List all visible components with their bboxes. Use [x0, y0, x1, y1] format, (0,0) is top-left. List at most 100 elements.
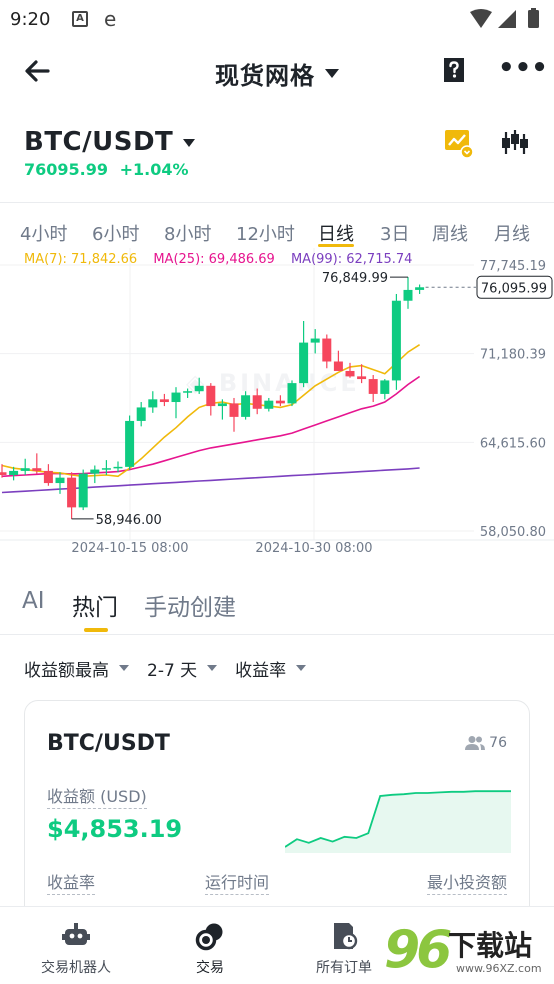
ma7-label: MA(7): 71,842.66: [24, 252, 138, 267]
candle-body: [206, 385, 216, 407]
ma99-label: MA(99): 62,715.74: [290, 252, 413, 267]
tab-manual-create[interactable]: 手动创建: [144, 588, 236, 622]
interval-6h[interactable]: 6小时: [92, 220, 139, 246]
interval-active-underline: [318, 244, 354, 247]
last-price: 76095.99: [24, 160, 109, 179]
notification-e-icon: e: [104, 7, 117, 31]
divider: [0, 634, 554, 635]
candle-body: [9, 470, 19, 475]
pair-selector[interactable]: BTC/USDT: [24, 124, 196, 160]
nav-trade-label: 交易: [196, 960, 224, 976]
help-book-icon[interactable]: [442, 56, 466, 84]
interval-4h[interactable]: 4小时: [20, 220, 67, 246]
watermark-url: www.96XZ.com: [456, 962, 542, 975]
interval-3d[interactable]: 3日: [380, 220, 409, 246]
candlestick-chart-icon[interactable]: [500, 128, 530, 158]
min-investment-label: 最小投资额: [426, 869, 507, 895]
price-row: 76095.99 +1.04%: [24, 160, 189, 179]
tab-ai[interactable]: AI: [22, 588, 45, 614]
interval-12h[interactable]: 12小时: [236, 220, 295, 246]
candle-body: [275, 400, 285, 404]
candle-body: [90, 469, 100, 474]
roi-label: 收益率: [47, 869, 96, 895]
candle-body: [159, 399, 169, 403]
chevron-down-icon: [119, 665, 129, 671]
page-title-text: 现货网格: [215, 62, 315, 90]
duration-filter-label: 2-7 天: [147, 660, 198, 681]
candle-body: [43, 470, 53, 484]
watermark-text: 下载站: [448, 929, 533, 962]
low-price-label: 58,946.00: [96, 513, 162, 528]
last-price-badge-label: 76,095.99: [481, 281, 547, 296]
site-watermark: 96 下载站 www.96XZ.com: [384, 920, 554, 984]
candle-body: [391, 300, 401, 381]
candle-body: [264, 400, 274, 409]
y-tick-label: 77,745.19: [480, 259, 546, 274]
trade-icon: [195, 923, 223, 951]
candle-body: [136, 407, 146, 421]
candle-body: [322, 338, 332, 362]
candle-body: [368, 379, 378, 394]
candle-body: [67, 477, 77, 508]
y-tick-label: 71,180.39: [480, 348, 546, 363]
tab-active-underline: [84, 628, 108, 632]
interval-8h[interactable]: 8小时: [164, 220, 211, 246]
watermark-number: 96: [384, 920, 452, 980]
page-title[interactable]: 现货网格: [0, 56, 554, 91]
divider: [0, 202, 554, 203]
candle-body: [380, 380, 390, 394]
price-change: +1.04%: [119, 160, 189, 179]
y-tick-label: 58,050.80: [480, 525, 546, 540]
candle-body: [357, 376, 367, 380]
y-tick-label: 64,615.60: [480, 436, 546, 451]
sort-filter[interactable]: 收益额最高: [24, 656, 129, 681]
chevron-down-icon: [325, 69, 339, 78]
interval-1m[interactable]: 月线: [494, 220, 530, 246]
chart-toggle-icon[interactable]: [444, 128, 474, 158]
ma99-line: [1, 467, 420, 494]
chevron-down-icon: [296, 665, 307, 671]
x-tick-label: 2024-10-30 08:00: [255, 541, 372, 556]
duration-filter[interactable]: 2-7 天: [147, 656, 218, 681]
users-count: 76: [489, 735, 507, 751]
candle-body: [333, 361, 343, 371]
candle-body: [125, 420, 135, 467]
candle-body: [415, 287, 425, 290]
nav-trade[interactable]: 交易: [150, 921, 270, 977]
candle-body: [78, 473, 88, 508]
candle-body: [194, 385, 204, 392]
profit-value: $4,853.19: [47, 815, 183, 843]
candle-body: [287, 383, 297, 404]
nav-all-orders-label: 所有订单: [316, 960, 372, 976]
tab-popular[interactable]: 热门: [72, 588, 118, 622]
candle-body: [345, 370, 355, 377]
runtime-label: 运行时间: [205, 869, 270, 895]
high-price-label: 76,849.99: [322, 271, 388, 286]
more-options-icon[interactable]: •••: [498, 55, 548, 84]
candle-body: [113, 466, 123, 469]
notification-a-icon: A: [72, 11, 88, 27]
ma-legend: MA(7): 71,842.66 MA(25): 69,486.69 MA(99…: [24, 252, 424, 267]
candle-body: [0, 472, 7, 475]
sparkline-area: [285, 791, 511, 853]
card-users-count: 76: [465, 735, 507, 751]
interval-tabs: 4小时 6小时 8小时 12小时 日线 3日 周线 月线: [0, 216, 554, 248]
interval-1d[interactable]: 日线: [318, 220, 354, 246]
chevron-down-icon: [207, 665, 218, 671]
metric-filter[interactable]: 收益率: [235, 656, 307, 681]
ma25-label: MA(25): 69,486.69: [153, 252, 275, 267]
strategy-tabs: AI 热门 手动创建: [0, 588, 554, 634]
interval-1w[interactable]: 周线: [432, 220, 468, 246]
sort-filter-label: 收益额最高: [24, 660, 109, 681]
candle-body: [310, 338, 320, 343]
users-icon: [465, 736, 486, 750]
profit-sparkline: [285, 790, 511, 853]
status-bar: 9:20 A e: [0, 0, 554, 40]
filter-bar: 收益额最高 2-7 天 收益率: [24, 654, 307, 682]
candle-body: [55, 477, 65, 484]
candlestick-chart[interactable]: 77,745.1971,180.3964,615.6058,050.80◈ BI…: [0, 248, 554, 562]
nav-trading-bots[interactable]: 交易机器人: [16, 921, 136, 977]
metric-filter-label: 收益率: [235, 660, 287, 681]
candle-body: [217, 403, 227, 407]
x-tick-label: 2024-10-15 08:00: [71, 541, 188, 556]
